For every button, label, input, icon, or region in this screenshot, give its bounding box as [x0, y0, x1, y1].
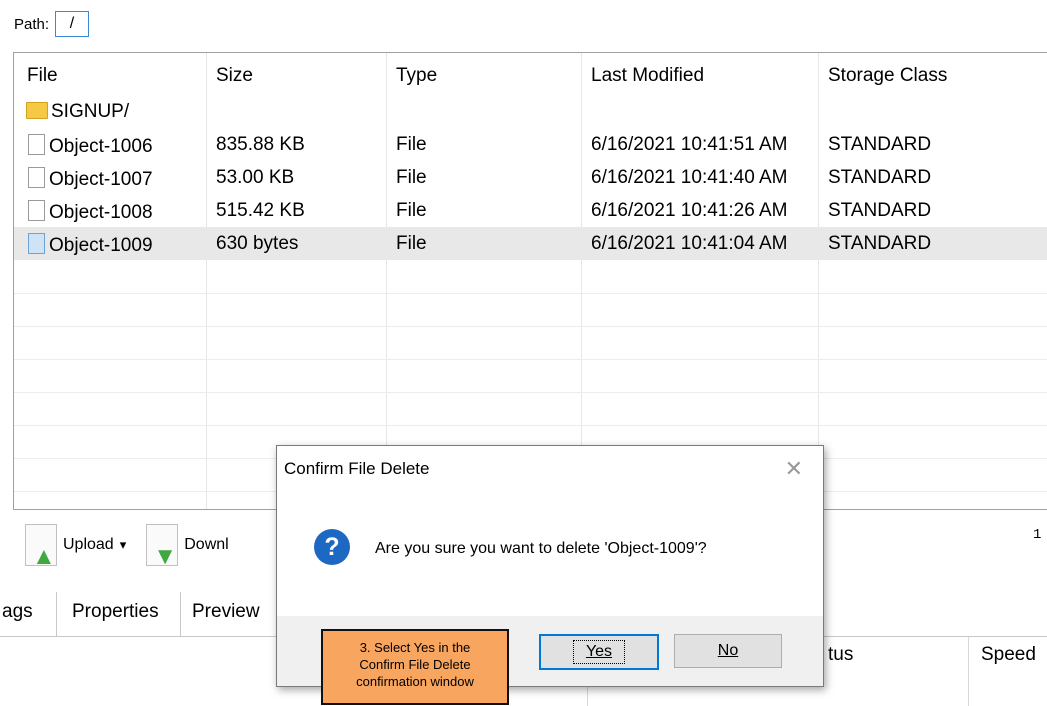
file-list[interactable]: File Size Type Last Modified Storage Cla… [13, 52, 1047, 510]
table-row[interactable]: SIGNUP/ [14, 95, 1047, 128]
file-modified: 6/16/2021 10:41:26 AM [591, 200, 788, 221]
file-icon [28, 200, 45, 221]
file-storage-class: STANDARD [828, 200, 932, 221]
table-row[interactable]: Object-1007 53.00 KB File 6/16/2021 10:4… [14, 161, 1047, 194]
download-button[interactable]: ▼ Downl [146, 524, 229, 569]
file-name: Object-1009 [49, 235, 153, 256]
file-size: 515.42 KB [216, 200, 305, 221]
file-name-cell: SIGNUP/ [26, 101, 129, 123]
file-name: Object-1006 [49, 136, 153, 157]
no-button-label: No [717, 642, 739, 659]
file-name: Object-1007 [49, 169, 153, 190]
file-storage-class: STANDARD [828, 233, 932, 254]
file-name: SIGNUP/ [51, 101, 130, 122]
row-divider [14, 425, 1047, 426]
tab-divider [180, 592, 181, 636]
file-icon [28, 167, 45, 188]
file-modified: 6/16/2021 10:41:04 AM [591, 233, 788, 254]
file-icon [28, 233, 45, 254]
file-name-cell: Object-1008 [28, 200, 153, 224]
yes-button[interactable]: Yes [539, 634, 659, 670]
row-divider [14, 359, 1047, 360]
file-storage-class: STANDARD [828, 167, 932, 188]
file-icon [28, 134, 45, 155]
question-icon: ? [314, 529, 350, 565]
file-name-cell: Object-1006 [28, 134, 153, 158]
path-bar: Path: / [14, 9, 90, 39]
file-modified: 6/16/2021 10:41:51 AM [591, 134, 788, 155]
table-row[interactable]: Object-1006 835.88 KB File 6/16/2021 10:… [14, 128, 1047, 161]
instruction-callout: 3. Select Yes in the Confirm File Delete… [321, 629, 509, 705]
column-header-row: File Size Type Last Modified Storage Cla… [14, 53, 1047, 95]
dialog-title: Confirm File Delete [284, 459, 430, 478]
action-toolbar: ▲ Upload ▾ ▼ Downl [25, 520, 229, 570]
download-icon: ▼ [146, 524, 179, 569]
file-name-cell: Object-1007 [28, 167, 153, 191]
path-label: Path: [14, 15, 50, 33]
callout-line: confirmation window [356, 674, 474, 689]
column-header-file[interactable]: File [27, 65, 58, 87]
file-type: File [396, 200, 427, 221]
no-button[interactable]: No [674, 634, 782, 668]
file-modified: 6/16/2021 10:41:40 AM [591, 167, 788, 188]
file-type: File [396, 167, 427, 188]
file-size: 630 bytes [216, 233, 299, 254]
folder-icon [26, 102, 48, 119]
path-input[interactable]: / [55, 11, 90, 37]
row-divider [14, 392, 1047, 393]
tab-divider [56, 592, 57, 636]
column-header-size[interactable]: Size [216, 65, 253, 87]
upload-button[interactable]: ▲ Upload ▾ [25, 524, 127, 569]
close-icon[interactable]: ✕ [785, 456, 803, 482]
column-header-storage-class[interactable]: Storage Class [828, 65, 947, 87]
tab-tags[interactable]: ags [2, 601, 33, 623]
callout-line: Confirm File Delete [359, 657, 471, 672]
table-row-selected[interactable]: Object-1009 630 bytes File 6/16/2021 10:… [14, 227, 1047, 260]
tab-preview[interactable]: Preview [192, 601, 260, 623]
download-label: Downl [184, 536, 229, 553]
chevron-down-icon[interactable]: ▾ [120, 537, 127, 553]
file-type: File [396, 233, 427, 254]
column-header-speed[interactable]: Speed [981, 644, 1036, 666]
file-name: Object-1008 [49, 202, 153, 223]
file-size: 835.88 KB [216, 134, 305, 155]
table-row[interactable]: Object-1008 515.42 KB File 6/16/2021 10:… [14, 194, 1047, 227]
yes-button-label: Yes [572, 640, 626, 664]
column-header-type[interactable]: Type [396, 65, 437, 87]
file-size: 53.00 KB [216, 167, 295, 188]
column-header-status[interactable]: tus [828, 644, 853, 666]
upload-icon: ▲ [25, 524, 57, 569]
tab-properties[interactable]: Properties [72, 601, 159, 623]
file-name-cell: Object-1009 [28, 233, 153, 257]
column-header-last-modified[interactable]: Last Modified [591, 65, 704, 87]
row-divider [14, 326, 1047, 327]
item-count-text: 1 [1033, 527, 1042, 543]
callout-line: 3. Select Yes in the [359, 640, 471, 655]
file-storage-class: STANDARD [828, 134, 932, 155]
file-type: File [396, 134, 427, 155]
row-divider [14, 293, 1047, 294]
upload-label: Upload [63, 536, 114, 553]
dialog-message: Are you sure you want to delete 'Object-… [375, 540, 707, 557]
column-divider [968, 637, 969, 706]
